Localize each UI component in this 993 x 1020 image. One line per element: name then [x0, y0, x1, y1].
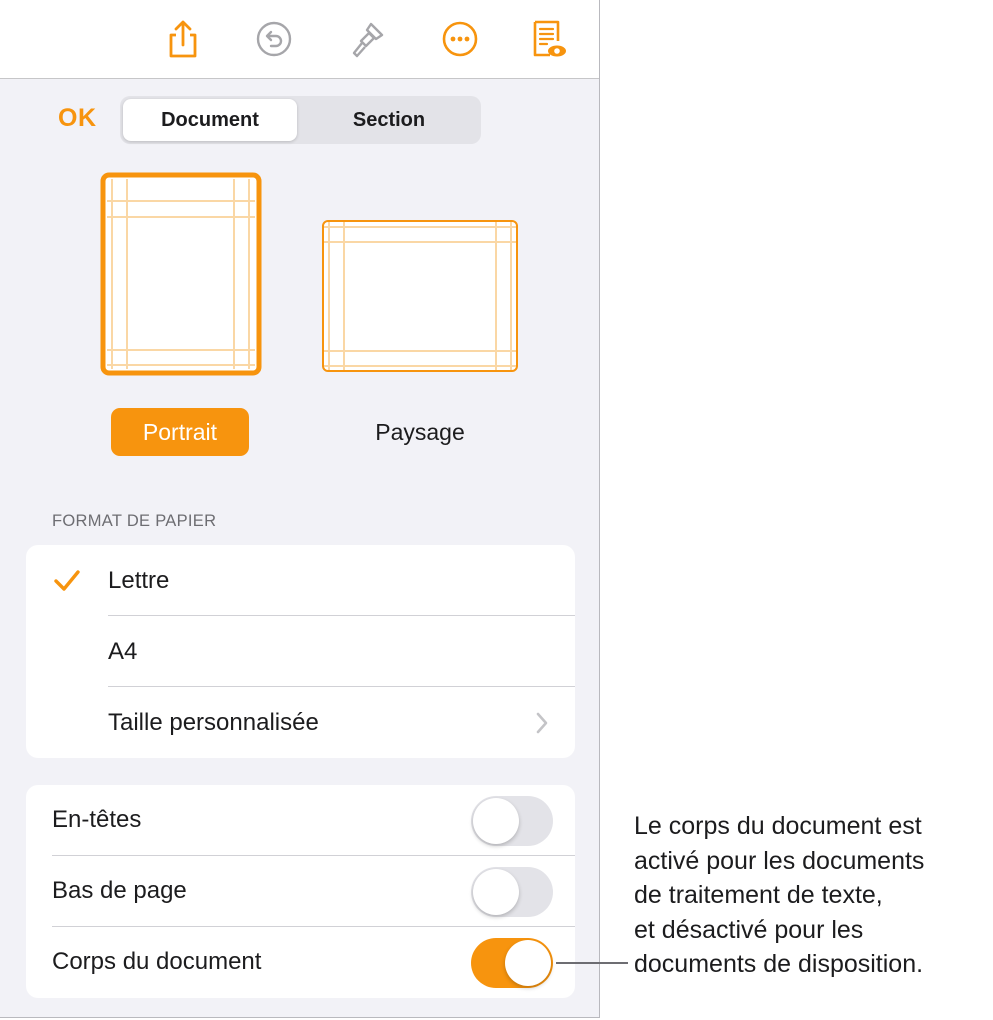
callout-text: Le corps du document est activé pour les… — [634, 809, 989, 982]
callout-line-1: Le corps du document est — [634, 812, 922, 840]
paper-size-item-custom[interactable]: Taille personnalisée — [26, 687, 575, 758]
toggle-knob — [473, 798, 519, 844]
paper-size-item-letter[interactable]: Lettre — [26, 545, 575, 616]
toggle-row-headers: En-têtes — [26, 785, 575, 856]
checkmark-icon — [54, 570, 80, 591]
toggle-label: En-têtes — [52, 806, 142, 833]
share-icon[interactable] — [164, 19, 202, 59]
document-setup-icon[interactable] — [530, 19, 568, 59]
landscape-button[interactable]: Paysage — [350, 408, 490, 456]
paper-size-label: A4 — [108, 638, 138, 665]
paper-size-item-a4[interactable]: A4 — [26, 616, 575, 687]
portrait-thumbnail[interactable] — [100, 172, 262, 376]
toggle-row-footers: Bas de page — [26, 856, 575, 927]
toggle-knob — [505, 940, 551, 986]
callout-leader-line — [556, 962, 628, 964]
callout-line-3: de traitement de texte, — [634, 881, 883, 909]
callout-line-4: et désactivé pour les — [634, 915, 864, 944]
document-body-toggle[interactable] — [471, 938, 553, 988]
paper-size-header: FORMAT DE PAPIER — [52, 512, 217, 530]
tab-document[interactable]: Document — [123, 99, 297, 141]
headers-toggle[interactable] — [471, 796, 553, 846]
chevron-right-icon — [536, 712, 548, 734]
paper-size-list: Lettre A4 Taille personnalisée — [26, 545, 575, 758]
document-setup-panel: OK Document Section Portrait Paysage FOR… — [0, 0, 600, 1018]
footers-toggle[interactable] — [471, 867, 553, 917]
undo-icon[interactable] — [255, 19, 293, 59]
toggle-row-document-body: Corps du document — [26, 927, 575, 998]
ok-button[interactable]: OK — [58, 104, 97, 133]
tab-section[interactable]: Section — [300, 99, 478, 141]
toolbar — [0, 0, 599, 79]
paper-size-label: Lettre — [108, 567, 170, 594]
document-section-segmented-control: Document Section — [120, 96, 481, 144]
callout-line-5: documents de disposition. — [634, 950, 924, 978]
paper-size-label: Taille personnalisée — [108, 709, 319, 736]
callout-line-2: activé pour les documents — [634, 846, 925, 875]
toggle-knob — [473, 869, 519, 915]
toggle-label: Corps du document — [52, 948, 262, 975]
header-footer-body-list: En-têtes Bas de page Corps du document — [26, 785, 575, 998]
portrait-button[interactable]: Portrait — [111, 408, 249, 456]
paintbrush-icon[interactable] — [349, 19, 387, 59]
toggle-label: Bas de page — [52, 877, 187, 904]
more-icon[interactable] — [441, 19, 479, 59]
landscape-thumbnail[interactable] — [321, 219, 519, 375]
